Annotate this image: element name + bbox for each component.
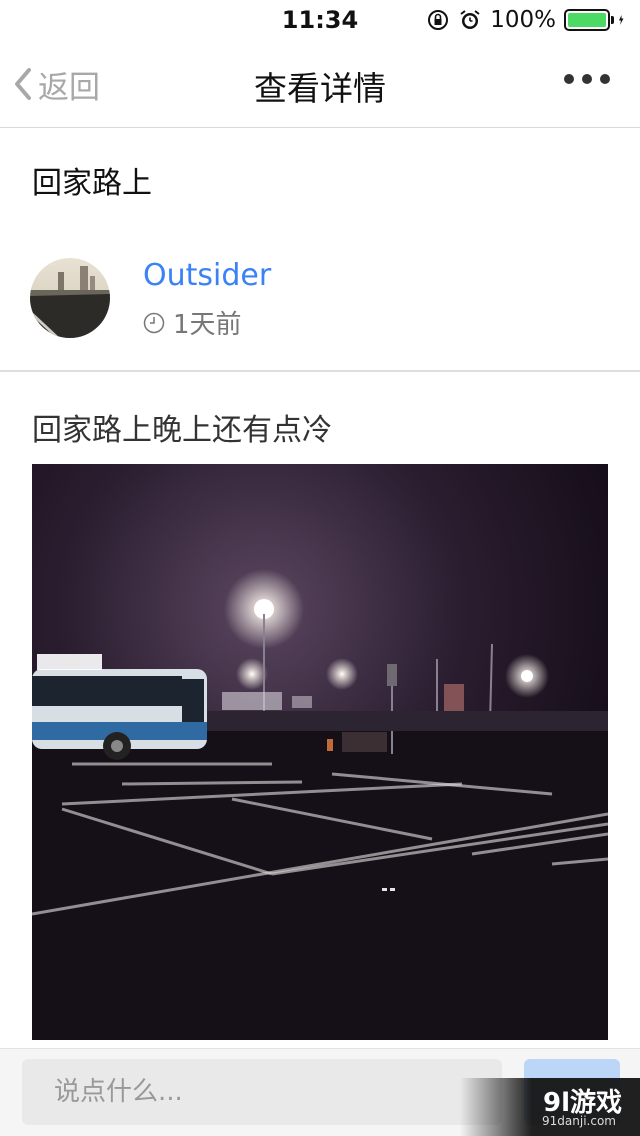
battery-percent: 100% [490, 7, 556, 33]
section-title: 回家路上 [32, 166, 152, 201]
avatar[interactable] [30, 258, 110, 338]
page-title: 查看详情 [254, 69, 386, 108]
watermark-url: 91danji.com [542, 1114, 616, 1128]
battery-icon [564, 9, 614, 31]
rotation-lock-icon [428, 10, 449, 30]
post-photo[interactable] [32, 464, 608, 1040]
more-dots-icon[interactable] [564, 74, 610, 84]
post-text: 回家路上晚上还有点冷 [32, 413, 332, 448]
charging-icon [619, 15, 624, 25]
status-right: 100% [426, 7, 630, 33]
clock-icon [143, 312, 165, 333]
status-bar: 11:34 100% [0, 0, 640, 40]
post-time-text: 1天前 [173, 310, 242, 340]
post-time: 1天前 [143, 304, 242, 341]
author-name[interactable]: Outsider [143, 258, 271, 293]
alarm-icon [460, 10, 480, 29]
watermark: 9l游戏 91danji.com [460, 1078, 640, 1136]
comment-input[interactable] [22, 1059, 502, 1125]
nav-bar: 返回 查看详情 [0, 40, 640, 128]
divider [0, 370, 640, 372]
